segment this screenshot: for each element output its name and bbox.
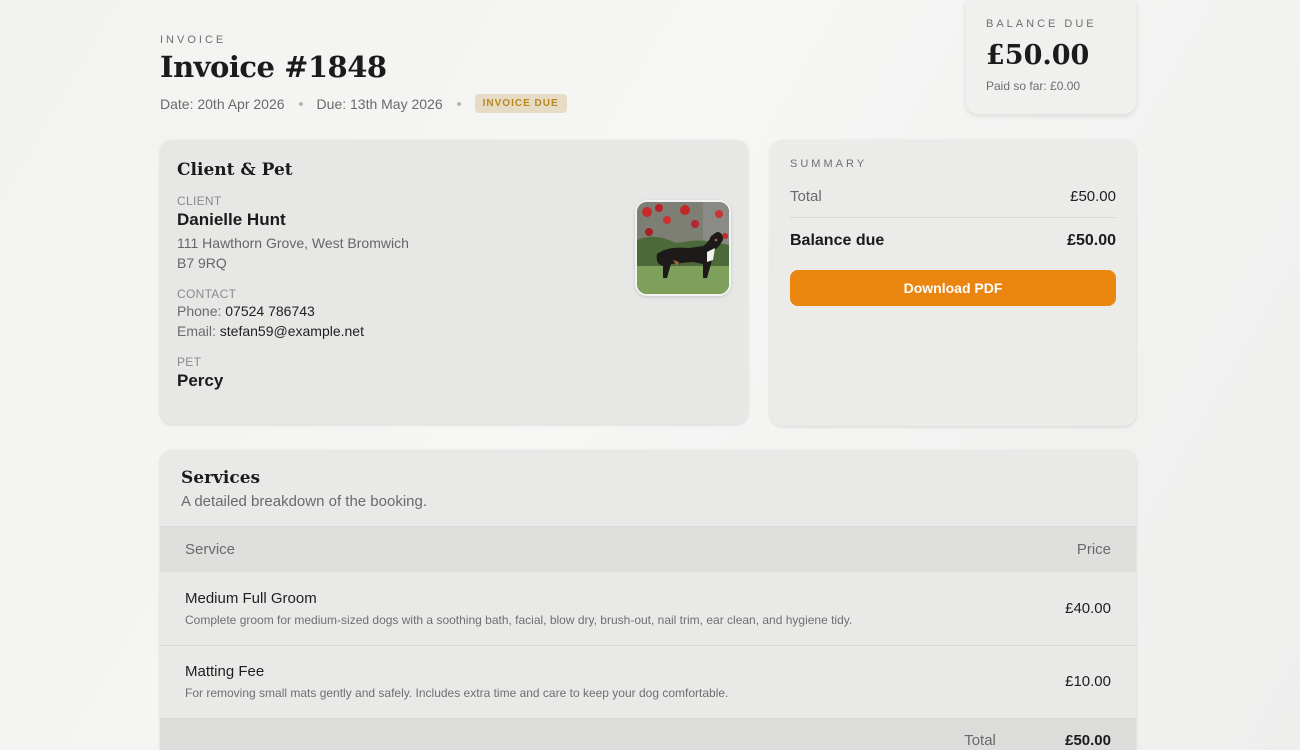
service-price: £40.00 — [1020, 572, 1136, 646]
service-description: Complete groom for medium-sized dogs wit… — [185, 612, 853, 627]
table-row: Matting Fee For removing small mats gent… — [160, 645, 1136, 719]
services-header: Services A detailed breakdown of the boo… — [160, 450, 1136, 527]
invoice-eyebrow: INVOICE — [160, 34, 227, 46]
phone-line: Phone: 07524 786743 — [177, 301, 731, 321]
column-header-price: Price — [1020, 527, 1136, 572]
separator-dot — [298, 101, 303, 106]
pet-section: PET Percy — [177, 355, 731, 391]
pet-name: Percy — [177, 371, 224, 390]
service-name: Matting Fee — [185, 663, 265, 680]
page-title: Invoice #1848 — [160, 50, 387, 84]
column-header-service: Service — [160, 527, 1021, 572]
pet-photo — [635, 200, 731, 296]
status-badge: INVOICE DUE — [474, 94, 567, 113]
summary-total-label: Total — [790, 188, 822, 205]
summary-balance-value: £50.00 — [1067, 232, 1116, 249]
summary-balance-row: Balance due £50.00 — [790, 232, 1116, 250]
balance-due-label: BALANCE DUE — [986, 18, 1097, 30]
service-name: Medium Full Groom — [185, 589, 317, 607]
summary-balance-label: Balance due — [790, 232, 885, 249]
email-label: Email: — [177, 323, 216, 339]
email-line: Email: stefan59@example.net — [177, 321, 731, 341]
email-value: stefan59@example.net — [219, 323, 364, 339]
phone-value: 07524 786743 — [225, 303, 315, 319]
invoice-header: INVOICE Invoice #1848 Date: 20th Apr 202… — [160, 34, 567, 113]
service-price: £10.00 — [1020, 645, 1136, 719]
summary-card: SUMMARY Total £50.00 Balance due £50.00 … — [770, 140, 1136, 426]
invoice-due-date: Due: 13th May 2026 — [316, 95, 443, 112]
table-row: Medium Full Groom Complete groom for med… — [160, 572, 1136, 646]
invoice-date: Date: 20th Apr 2026 — [160, 95, 285, 112]
table-total-label: Total — [160, 718, 1021, 750]
invoice-meta: Date: 20th Apr 2026 Due: 13th May 2026 I… — [160, 94, 567, 113]
services-subtitle: A detailed breakdown of the booking. — [181, 493, 428, 510]
client-pet-card: Client & Pet CLIENT Danielle Hunt 111 Ha… — [160, 140, 748, 424]
table-total-value: £50.00 — [1020, 718, 1136, 750]
paid-so-far: Paid so far: £0.00 — [986, 79, 1081, 93]
summary-label: SUMMARY — [790, 158, 868, 170]
summary-total-row: Total £50.00 — [790, 188, 1116, 218]
services-card: Services A detailed breakdown of the boo… — [160, 450, 1136, 750]
client-pet-title: Client & Pet — [177, 160, 293, 180]
pet-label: PET — [177, 355, 202, 369]
separator-dot — [456, 101, 461, 106]
download-pdf-button[interactable]: Download PDF — [790, 270, 1116, 306]
service-description: For removing small mats gently and safel… — [185, 686, 729, 700]
balance-due-card: BALANCE DUE £50.00 Paid so far: £0.00 — [966, 0, 1136, 114]
services-table: Service Price Medium Full Groom Complete… — [160, 527, 1136, 750]
summary-total-value: £50.00 — [1070, 188, 1116, 205]
phone-label: Phone: — [177, 303, 222, 319]
table-header-row: Service Price — [160, 527, 1136, 572]
table-total-row: Total £50.00 — [160, 718, 1136, 750]
services-title: Services — [181, 468, 261, 488]
balance-due-amount: £50.00 — [986, 40, 1090, 71]
